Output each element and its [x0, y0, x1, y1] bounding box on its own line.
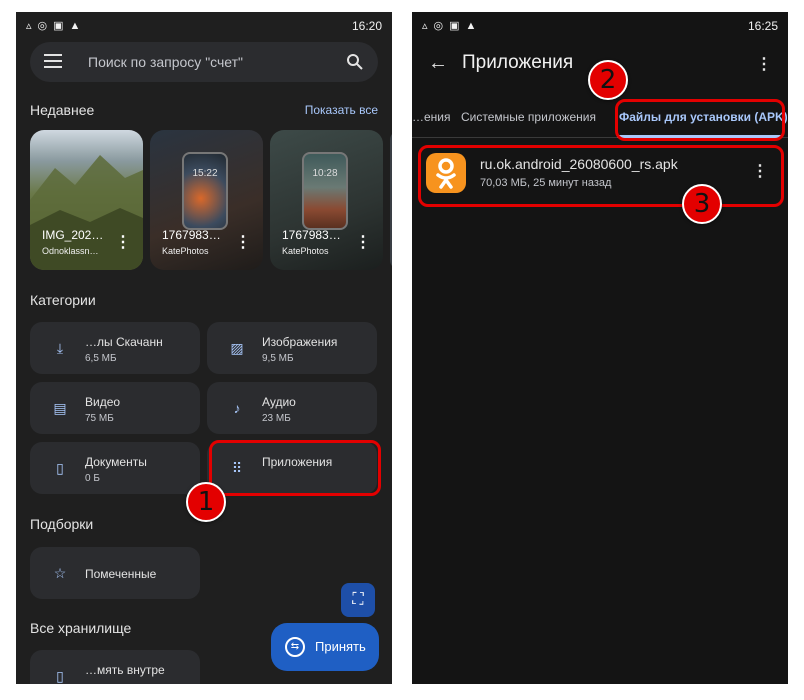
category-images[interactable]: ▨ Изображения 9,5 МБ: [207, 322, 377, 374]
collection-name: Помеченные: [85, 567, 157, 581]
recent-item-source: KatePhotos: [162, 246, 209, 256]
music-icon: ♪: [233, 400, 241, 416]
app-icon: ▲: [465, 20, 477, 32]
star-icon: ☆: [53, 565, 67, 581]
status-time: 16:20: [351, 19, 382, 33]
page-title: Приложения: [462, 52, 574, 73]
status-bar: ▵ ◎ ▣ ▲ 16:20: [16, 12, 392, 40]
more-icon[interactable]: ⋮: [235, 232, 251, 252]
scan-icon[interactable]: ⛶: [341, 583, 375, 617]
category-downloads[interactable]: ⤓ …лы Скачанн 6,5 МБ: [30, 322, 200, 374]
tab-partial[interactable]: …ения: [412, 110, 451, 124]
recent-item-source: Odnoklassn…: [42, 246, 99, 256]
whatsapp-icon: ◎: [433, 20, 444, 32]
notification-icon: ▵: [422, 20, 428, 32]
category-name: Документы: [85, 455, 147, 469]
more-icon[interactable]: ⋮: [115, 232, 131, 252]
back-arrow-icon[interactable]: ←: [428, 52, 448, 75]
category-name: …лы Скачанн: [85, 335, 163, 349]
download-icon: ⤓: [56, 340, 64, 356]
video-icon: ▤: [53, 400, 67, 416]
phone-icon: ▯: [56, 668, 64, 684]
search-icon[interactable]: [346, 53, 364, 76]
recent-item-name: 1767983…: [282, 228, 341, 242]
notification-icon: ▵: [26, 20, 32, 32]
storage-name: …мять внутре: [85, 663, 165, 677]
step-badge-1: 1: [186, 482, 226, 522]
more-icon[interactable]: ⋮: [756, 54, 772, 74]
category-name: Изображения: [262, 335, 338, 349]
phone-image: 15:22: [182, 152, 228, 230]
whatsapp-icon: ◎: [37, 20, 48, 32]
show-all-link[interactable]: Показать все: [305, 103, 378, 117]
category-name: Аудио: [262, 395, 296, 409]
category-documents[interactable]: ▯ Документы 0 Б: [30, 442, 200, 494]
files-home-screen: ▵ ◎ ▣ ▲ 16:20 Поиск по запросу "счет" Не…: [16, 12, 392, 684]
image-icon: ▨: [230, 340, 244, 356]
category-size: 9,5 МБ: [262, 353, 294, 364]
search-bar[interactable]: Поиск по запросу "счет": [30, 42, 378, 82]
message-icon: ▣: [53, 20, 64, 32]
accept-button[interactable]: ⇆ Принять: [271, 623, 379, 671]
highlight-box: [209, 440, 381, 496]
more-icon[interactable]: ⋮: [355, 232, 371, 252]
recent-title: Недавнее: [30, 102, 95, 118]
category-video[interactable]: ▤ Видео 75 МБ: [30, 382, 200, 434]
status-bar: ▵ ◎ ▣ ▲ 16:25: [412, 12, 788, 40]
share-icon: ⇆: [285, 637, 305, 657]
collection-starred[interactable]: ☆ Помеченные: [30, 547, 200, 599]
step-badge-3: 3: [682, 184, 722, 224]
message-icon: ▣: [449, 20, 460, 32]
apps-screen: ▵ ◎ ▣ ▲ 16:25 ← Приложения ⋮ …ения Систе…: [412, 12, 788, 684]
accept-label: Принять: [315, 639, 366, 654]
category-size: 75 МБ: [85, 413, 114, 424]
category-size: 23 МБ: [262, 413, 291, 424]
recent-item[interactable]: 10:28 1767983… KatePhotos ⋮: [270, 130, 383, 270]
category-audio[interactable]: ♪ Аудио 23 МБ: [207, 382, 377, 434]
category-size: 6,5 МБ: [85, 353, 117, 364]
status-time: 16:25: [747, 19, 778, 33]
highlight-box: [418, 145, 784, 207]
category-size: 0 Б: [85, 473, 100, 484]
category-name: Видео: [85, 395, 121, 409]
categories-title: Категории: [30, 292, 96, 308]
recent-item-source: KatePhotos: [282, 246, 329, 256]
storage-internal[interactable]: ▯ …мять внутре: [30, 650, 200, 684]
recent-item-partial: [390, 130, 392, 270]
recent-item[interactable]: 15:22 1767983… KatePhotos ⋮: [150, 130, 263, 270]
recent-item-name: IMG_202…: [42, 228, 104, 242]
recent-item[interactable]: IMG_202… Odnoklassn… ⋮: [30, 130, 143, 270]
document-icon: ▯: [56, 460, 64, 476]
menu-icon[interactable]: [44, 54, 62, 70]
step-badge-2: 2: [588, 60, 628, 100]
recent-item-name: 1767983…: [162, 228, 221, 242]
app-icon: ▲: [69, 20, 81, 32]
highlight-box: [615, 99, 785, 141]
collections-title: Подборки: [30, 516, 94, 532]
phone-image: 10:28: [302, 152, 348, 230]
tab-system-apps[interactable]: Системные приложения: [461, 110, 596, 124]
search-placeholder[interactable]: Поиск по запросу "счет": [88, 54, 243, 70]
storage-title: Все хранилище: [30, 620, 132, 636]
